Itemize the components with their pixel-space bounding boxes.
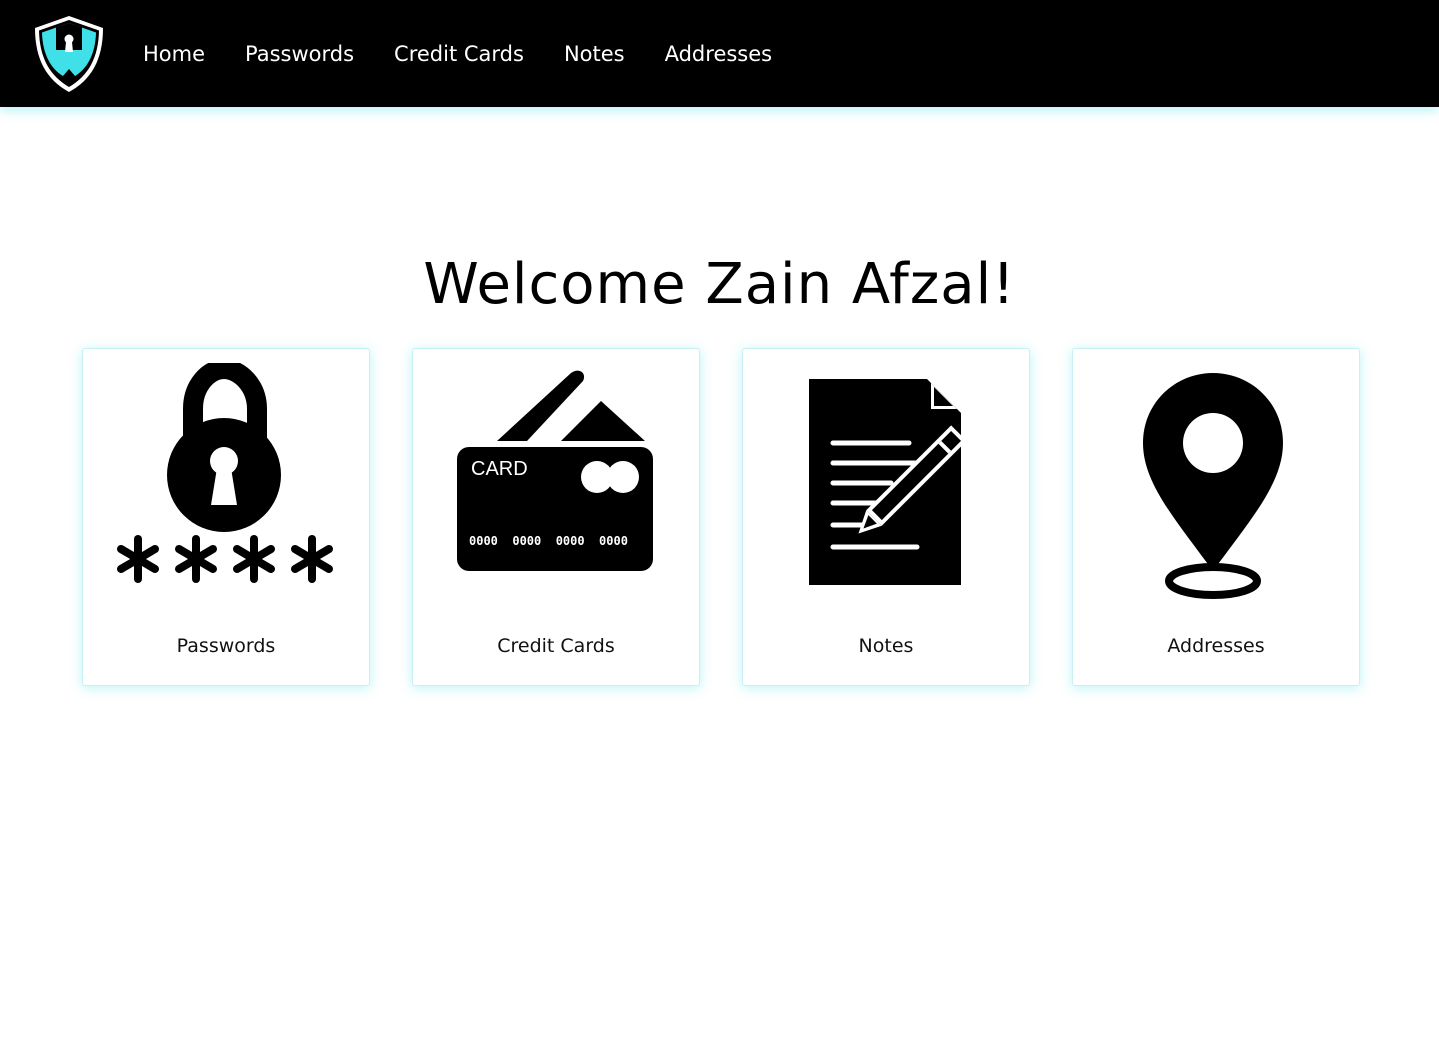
shield-lock-icon[interactable] <box>31 14 107 94</box>
location-pin-icon <box>1143 373 1283 599</box>
credit-card-icon: CARD 0000 0000 0000 0000 <box>457 370 653 571</box>
nav-home-link[interactable]: Home <box>143 42 205 66</box>
credit-cards-card-label: Credit Cards <box>497 635 615 657</box>
notes-card[interactable]: Notes <box>742 348 1030 686</box>
passwords-card[interactable]: Passwords <box>82 348 370 686</box>
addresses-card[interactable]: Addresses <box>1072 348 1360 686</box>
top-navbar: Home Passwords Credit Cards Notes Addres… <box>0 0 1439 107</box>
nav-notes-link[interactable]: Notes <box>564 42 625 66</box>
nav-passwords-link[interactable]: Passwords <box>245 42 354 66</box>
card-number: 0000 0000 0000 0000 <box>469 534 628 548</box>
padlock-password-icon <box>117 363 333 583</box>
credit-cards-card[interactable]: CARD 0000 0000 0000 0000 Credit Cards <box>412 348 700 686</box>
notes-card-label: Notes <box>858 635 914 657</box>
passwords-card-label: Passwords <box>176 635 276 657</box>
addresses-card-label: Addresses <box>1167 635 1265 657</box>
document-pencil-icon <box>809 379 967 585</box>
card-text: CARD <box>471 458 528 480</box>
welcome-heading: Welcome Zain Afzal! <box>423 252 1016 317</box>
nav-addresses-link[interactable]: Addresses <box>665 42 773 66</box>
nav-credit-cards-link[interactable]: Credit Cards <box>394 42 524 66</box>
